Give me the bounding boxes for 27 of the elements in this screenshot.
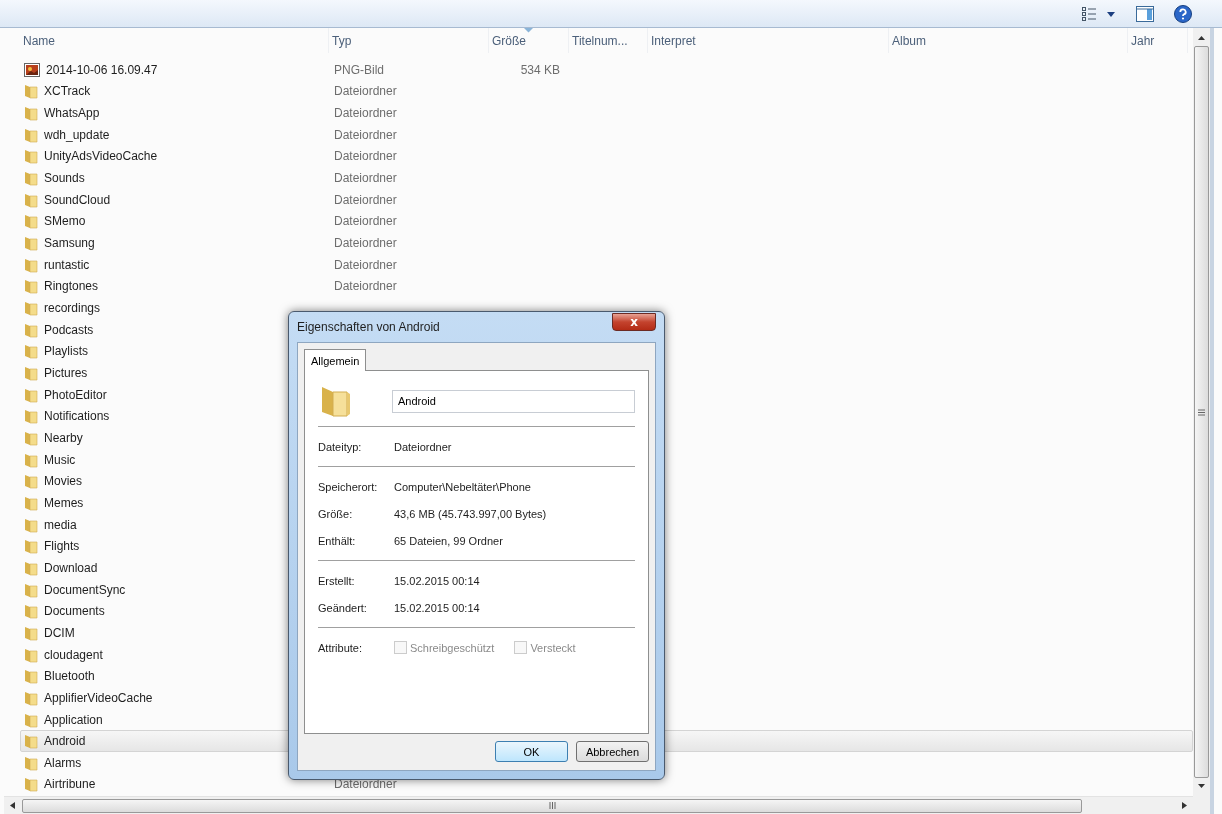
property-value: 65 Dateien, 99 Ordner bbox=[394, 534, 503, 547]
property-label: Erstellt: bbox=[318, 574, 356, 587]
file-type: Dateiordner bbox=[334, 106, 397, 121]
property-value: Computer\Nebeltäter\Phone bbox=[394, 480, 531, 493]
property-value: Dateiordner bbox=[394, 440, 452, 453]
dialog-title: Eigenschaften von Android bbox=[297, 320, 440, 334]
file-type: Dateiordner bbox=[334, 777, 397, 792]
property-value: 15.02.2015 00:14 bbox=[394, 574, 480, 587]
file-type: Dateiordner bbox=[334, 214, 397, 229]
file-type: Dateiordner bbox=[334, 236, 397, 251]
property-label: Speicherort: bbox=[318, 480, 379, 493]
file-type: Dateiordner bbox=[334, 257, 397, 272]
property-label: Geändert: bbox=[318, 601, 368, 614]
file-type: Dateiordner bbox=[334, 84, 397, 99]
file-type: PNG-Bild bbox=[334, 62, 384, 77]
property-label: Dateityp: bbox=[318, 440, 363, 453]
file-type: Dateiordner bbox=[334, 127, 397, 142]
property-label: Attribute: bbox=[318, 641, 364, 654]
file-size: 534 KB bbox=[520, 62, 560, 77]
property-value: 15.02.2015 00:14 bbox=[394, 601, 480, 614]
property-label: Enthält: bbox=[318, 534, 357, 547]
file-type: Dateiordner bbox=[334, 279, 397, 294]
file-type: Dateiordner bbox=[334, 171, 397, 186]
file-type: Dateiordner bbox=[334, 192, 397, 207]
file-type: Dateiordner bbox=[334, 149, 397, 164]
property-label: Größe: bbox=[318, 507, 354, 520]
property-value: 43,6 MB (45.743.997,00 Bytes) bbox=[394, 507, 547, 520]
